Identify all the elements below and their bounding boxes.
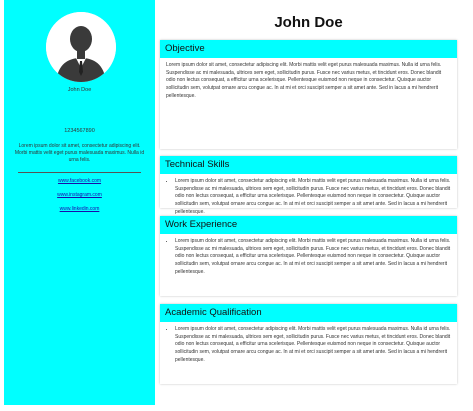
section-heading: Work Experience (160, 216, 457, 234)
list: Lorem ipsum dolor sit amet, consectetur … (166, 178, 451, 217)
list: Lorem ipsum dolor sit amet, consectetur … (166, 238, 451, 277)
section-heading: Academic Qualification (160, 304, 457, 322)
section-technical-skills: Technical Skills Lorem ipsum dolor sit a… (160, 156, 457, 215)
list-item: Lorem ipsum dolor sit amet, consectetur … (175, 238, 451, 277)
section-academic-qualification: Academic Qualification Lorem ipsum dolor… (160, 304, 457, 384)
sidebar-about: Lorem ipsum dolor sit amet, consectetur … (14, 143, 145, 163)
sidebar-name: John Doe (67, 87, 92, 93)
list-item: Lorem ipsum dolor sit amet, consectetur … (175, 326, 451, 365)
instagram-link[interactable]: www.instagram.com (4, 192, 155, 198)
page-title: John Doe (274, 14, 343, 31)
section-body: Lorem ipsum dolor sit amet, consectetur … (160, 322, 457, 365)
section-objective: Objective Lorem ipsum dolor sit amet, co… (160, 40, 457, 149)
section-body: Lorem ipsum dolor sit amet, consectetur … (160, 174, 457, 217)
facebook-link[interactable]: www.facebook.com (4, 178, 155, 184)
sidebar-divider (18, 172, 141, 173)
section-body: Lorem ipsum dolor sit amet, consectetur … (160, 234, 457, 277)
list: Lorem ipsum dolor sit amet, consectetur … (166, 326, 451, 365)
list-item: Lorem ipsum dolor sit amet, consectetur … (175, 178, 451, 217)
section-heading: Technical Skills (160, 156, 457, 174)
section-work-experience: Work Experience Lorem ipsum dolor sit am… (160, 216, 457, 296)
section-text: Lorem ipsum dolor sit amet, consectetur … (166, 62, 442, 99)
linkedin-link[interactable]: www.linkedin.com (4, 206, 155, 212)
sidebar-phone: 1234567890 (64, 128, 95, 134)
avatar (46, 12, 116, 82)
sidebar: John Doe 1234567890 Lorem ipsum dolor si… (4, 0, 155, 405)
section-heading: Objective (160, 40, 457, 58)
user-silhouette-icon (46, 12, 116, 82)
